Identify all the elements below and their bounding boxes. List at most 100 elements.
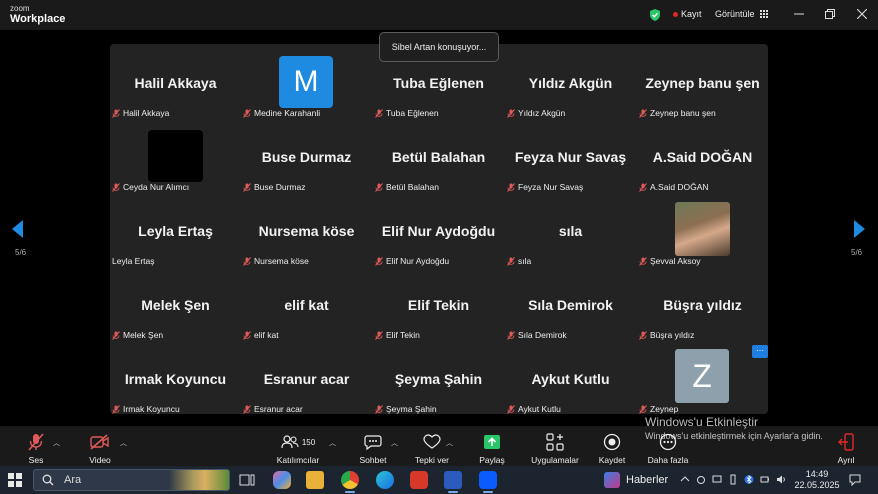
participant-name-label: Feyza Nur Savaş	[507, 181, 583, 193]
participant-name: Medine Karahanli	[254, 108, 321, 118]
participant-tile[interactable]: Z Zeynep	[637, 342, 768, 416]
tray-display-icon[interactable]	[712, 474, 722, 485]
participant-tile[interactable]: Halil Akkaya Halil Akkaya	[110, 46, 241, 120]
leave-button[interactable]: Ayrıl	[833, 426, 859, 466]
minimize-button[interactable]	[789, 6, 809, 22]
participant-tile[interactable]: Esranur acar Esranur acar	[241, 342, 372, 416]
participant-tile[interactable]: elif kat elif kat	[241, 268, 372, 342]
recording-indicator[interactable]: Kayıt	[673, 9, 702, 19]
red-app-icon[interactable]	[410, 471, 428, 489]
zoom-taskbar-icon[interactable]	[479, 471, 497, 493]
notification-icon[interactable]	[849, 474, 861, 486]
participant-name: Esranur acar	[254, 404, 303, 414]
participant-tile[interactable]: Ceyda Nur Alımcı	[110, 120, 241, 194]
participant-tile[interactable]: Yıldız Akgün Yıldız Akgün	[505, 46, 636, 120]
participant-tile[interactable]: Irmak Koyuncu Irmak Koyuncu	[110, 342, 241, 416]
participant-avatar: Z	[675, 349, 729, 403]
participant-display-name: Nursema köse	[258, 223, 355, 239]
mic-muted-icon	[507, 108, 515, 118]
bluetooth-icon[interactable]	[744, 474, 754, 485]
react-options-chevron-icon[interactable]: ︿	[446, 438, 453, 448]
taskbar-search-box[interactable]: Ara	[33, 469, 230, 491]
audio-options-chevron-icon[interactable]: ︿	[53, 438, 60, 448]
mic-muted-icon	[243, 404, 251, 414]
previous-page-arrow-icon[interactable]	[12, 220, 24, 238]
chat-options-chevron-icon[interactable]: ︿	[391, 438, 398, 448]
apps-button[interactable]: Uygulamalar	[530, 426, 580, 466]
participant-tile[interactable]: sıla sıla	[505, 194, 636, 268]
participant-display-name: sıla	[558, 223, 583, 239]
mic-muted-icon	[639, 330, 647, 340]
volume-icon[interactable]	[776, 474, 786, 485]
participants-options-chevron-icon[interactable]: ︿	[329, 438, 336, 448]
participant-tile[interactable]: Zeynep banu şen Zeynep banu şen	[637, 46, 768, 120]
react-button[interactable]: Tepki ver	[414, 426, 450, 466]
mic-muted-icon	[112, 182, 120, 192]
participant-display-name: Leyla Ertaş	[138, 223, 213, 239]
participant-tile[interactable]: Melek Şen Melek Şen	[110, 268, 241, 342]
participant-tile[interactable]: A.Said DOĞAN A.Said DOĞAN	[637, 120, 768, 194]
participant-tile[interactable]: Buse Durmaz Buse Durmaz	[241, 120, 372, 194]
participant-name: Feyza Nur Savaş	[518, 182, 584, 192]
participant-tile[interactable]: Nursema köse Nursema köse	[241, 194, 372, 268]
zoom-logo: zoom Workplace	[10, 4, 66, 25]
participant-tile[interactable]: Leyla Ertaş Leyla Ertaş	[110, 194, 241, 268]
participant-avatar: M	[279, 56, 333, 108]
search-icon	[42, 474, 54, 486]
taskbar-clock[interactable]: 14:49 22.05.2025	[790, 469, 844, 491]
participant-name: elif kat	[254, 330, 279, 340]
participant-tile[interactable]: Betül Balahan Betül Balahan	[373, 120, 504, 194]
chrome-icon[interactable]	[341, 471, 359, 493]
participant-name-label: Esranur acar	[243, 403, 303, 415]
participant-name-label: Aykut Kutlu	[507, 403, 561, 415]
share-button[interactable]: Paylaş	[478, 426, 506, 466]
next-page-arrow-icon[interactable]	[853, 220, 865, 238]
participant-tile[interactable]: Şeyma Şahin Şeyma Şahin	[373, 342, 504, 416]
mic-muted-icon	[112, 108, 120, 118]
participant-display-name: Aykut Kutlu	[531, 371, 610, 387]
participant-tile[interactable]: Aykut Kutlu Aykut Kutlu	[505, 342, 636, 416]
participant-tile[interactable]: Feyza Nur Savaş Feyza Nur Savaş	[505, 120, 636, 194]
battery-icon[interactable]	[760, 474, 770, 485]
participant-tile[interactable]: Büşra yıldız Büşra yıldız	[637, 268, 768, 342]
chat-button[interactable]: Sohbet	[358, 426, 388, 466]
word-icon[interactable]	[444, 471, 462, 493]
windows-start-icon[interactable]	[8, 473, 22, 487]
participant-name: Elif Tekin	[386, 330, 420, 340]
participant-name-label: sıla	[507, 255, 531, 267]
maximize-button[interactable]	[820, 6, 840, 22]
audio-button[interactable]: Ses	[22, 426, 50, 466]
tray-chevron-icon[interactable]	[680, 474, 690, 485]
news-widget[interactable]: Haberler	[604, 472, 668, 488]
close-button[interactable]	[852, 6, 872, 22]
shield-check-icon[interactable]	[648, 8, 662, 22]
edge-icon[interactable]	[376, 471, 394, 489]
participant-tile[interactable]: Sıla Demirok Sıla Demirok	[505, 268, 636, 342]
participant-name: Yıldız Akgün	[518, 108, 566, 118]
mic-muted-icon	[639, 256, 647, 266]
participant-name: Halil Akkaya	[123, 108, 170, 118]
copilot-icon[interactable]	[273, 471, 291, 489]
mic-muted-icon	[639, 182, 647, 192]
mic-muted-icon	[28, 433, 44, 451]
participant-display-name: Buse Durmaz	[261, 149, 352, 165]
participant-tile[interactable]: Şevval Aksoy	[637, 194, 768, 268]
video-button[interactable]: Video	[86, 426, 114, 466]
participant-name-label: Büşra yıldız	[639, 329, 694, 341]
record-button[interactable]: Kaydet	[597, 426, 627, 466]
task-view-icon[interactable]	[238, 471, 256, 489]
participant-tile[interactable]: Elif Nur Aydoğdu Elif Nur Aydoğdu	[373, 194, 504, 268]
grid-view-icon	[759, 9, 769, 19]
file-explorer-icon[interactable]	[306, 471, 324, 489]
participant-tile[interactable]: M Medine Karahanli	[241, 46, 372, 120]
view-button[interactable]: Görüntüle	[715, 9, 769, 19]
video-options-chevron-icon[interactable]: ︿	[120, 438, 127, 448]
tray-app-icon[interactable]	[696, 474, 706, 485]
tray-usb-icon[interactable]	[728, 474, 738, 485]
participant-display-name: A.Said DOĞAN	[652, 149, 753, 165]
participant-tile[interactable]: Elif Tekin Elif Tekin	[373, 268, 504, 342]
participants-button[interactable]: 150 Katılımcılar	[276, 426, 320, 466]
participant-name-label: Elif Tekin	[375, 329, 420, 341]
participant-name-label: Zeynep banu şen	[639, 107, 716, 119]
mic-muted-icon	[375, 108, 383, 118]
